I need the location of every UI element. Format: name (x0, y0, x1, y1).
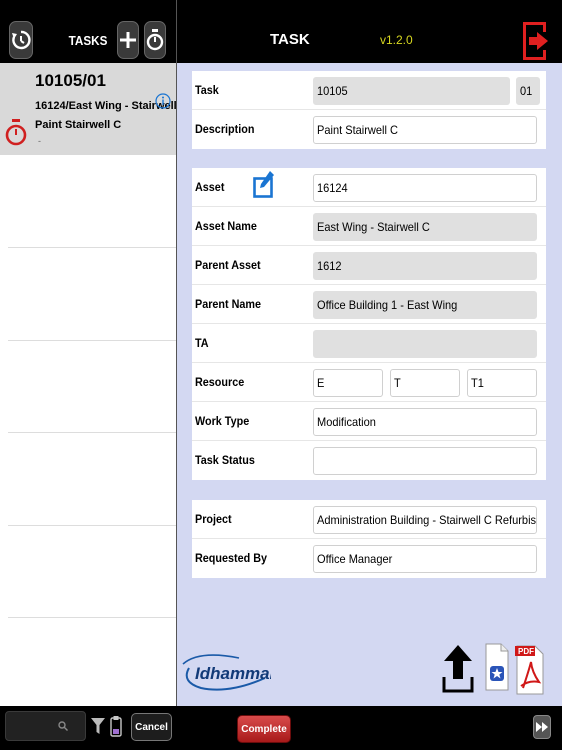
asset-field[interactable]: 16124 (313, 174, 537, 202)
timer-button[interactable] (144, 21, 166, 59)
task-list: 10105/01 16124/East Wing - Stairwell C P… (0, 63, 188, 706)
fast-forward-button[interactable] (533, 715, 551, 739)
list-separator (8, 525, 176, 526)
task-item-id: 10105/01 (35, 71, 106, 90)
add-task-button[interactable] (117, 21, 139, 59)
work-type-label: Work Type (195, 414, 250, 428)
task-item-extra: - (38, 136, 41, 146)
asset-name-field: East Wing - Stairwell C (313, 213, 537, 241)
parent-name-row: Parent Name Office Building 1 - East Win… (192, 285, 546, 324)
task-header (177, 0, 562, 63)
document-icon[interactable] (485, 640, 509, 694)
task-status-field[interactable] (313, 447, 537, 475)
task-section: Task 10105 01 Description Paint Stairwel… (192, 71, 546, 149)
complete-button[interactable]: Complete (237, 715, 291, 743)
asset-row: Asset 16124 (192, 168, 546, 207)
description-label: Description (195, 122, 255, 136)
task-item-description: Paint Stairwell C (35, 119, 122, 131)
parent-asset-label: Parent Asset (195, 258, 261, 272)
task-label: Task (195, 83, 219, 97)
clipboard-icon[interactable] (110, 715, 122, 737)
project-field[interactable]: Administration Building - Stairwell C Re… (313, 506, 537, 534)
info-icon[interactable] (155, 93, 171, 109)
task-row: Task 10105 01 (192, 71, 546, 110)
cancel-button[interactable]: Cancel (131, 713, 172, 741)
asset-section: Asset 16124 Asset Name East Wing - Stair… (192, 168, 546, 480)
task-status-label: Task Status (195, 453, 255, 467)
resource-field-1[interactable]: E (313, 369, 383, 397)
list-separator (8, 432, 176, 433)
requested-by-row: Requested By Office Manager (192, 539, 546, 578)
upload-icon[interactable] (442, 643, 474, 695)
plus-icon (120, 32, 136, 48)
version-label: v1.2.0 (380, 33, 413, 47)
task-suffix-field: 01 (516, 77, 540, 105)
ta-field (313, 330, 537, 358)
list-separator (8, 247, 176, 248)
pdf-label: PDF (518, 647, 534, 656)
parent-name-label: Parent Name (195, 297, 262, 311)
asset-label: Asset (195, 180, 225, 194)
project-row: Project Administration Building - Stairw… (192, 500, 546, 539)
description-field[interactable]: Paint Stairwell C (313, 116, 537, 144)
filter-icon[interactable] (91, 718, 105, 735)
ta-row: TA (192, 324, 546, 363)
search-input[interactable] (5, 711, 86, 741)
fast-forward-icon (536, 722, 548, 732)
asset-name-label: Asset Name (195, 219, 257, 233)
resource-field-3[interactable]: T1 (467, 369, 537, 397)
task-number-field: 10105 (313, 77, 510, 105)
parent-asset-field: 1612 (313, 252, 537, 280)
stopwatch-icon (146, 29, 164, 51)
history-clock-icon (12, 30, 31, 50)
tasks-title: TASKS (68, 33, 108, 48)
running-timer-icon (5, 119, 27, 146)
pdf-icon[interactable]: PDF (515, 640, 545, 696)
requested-by-field[interactable]: Office Manager (313, 545, 537, 573)
history-button[interactable] (9, 21, 33, 59)
list-separator (8, 617, 176, 618)
edit-icon[interactable] (253, 170, 275, 200)
resource-label: Resource (195, 375, 245, 389)
work-type-row: Work Type Modification (192, 402, 546, 441)
resource-row: Resource E T T1 (192, 363, 546, 402)
asset-name-row: Asset Name East Wing - Stairwell C (192, 207, 546, 246)
task-status-row: Task Status (192, 441, 546, 480)
task-detail-pane: Task 10105 01 Description Paint Stairwel… (177, 63, 562, 706)
project-section: Project Administration Building - Stairw… (192, 500, 546, 578)
requested-by-label: Requested By (195, 551, 268, 565)
resource-field-2[interactable]: T (390, 369, 460, 397)
search-icon (58, 721, 68, 731)
parent-asset-row: Parent Asset 1612 (192, 246, 546, 285)
list-separator (8, 340, 176, 341)
idhammar-logo: Idhammar (182, 654, 271, 691)
project-label: Project (195, 512, 232, 526)
ta-label: TA (195, 336, 209, 350)
logo-text: Idhammar (195, 664, 271, 683)
description-row: Description Paint Stairwell C (192, 110, 546, 149)
exit-icon[interactable] (523, 22, 549, 60)
task-title: TASK (270, 31, 310, 48)
task-list-item[interactable]: 10105/01 16124/East Wing - Stairwell C P… (0, 63, 188, 155)
work-type-field[interactable]: Modification (313, 408, 537, 436)
parent-name-field: Office Building 1 - East Wing (313, 291, 537, 319)
